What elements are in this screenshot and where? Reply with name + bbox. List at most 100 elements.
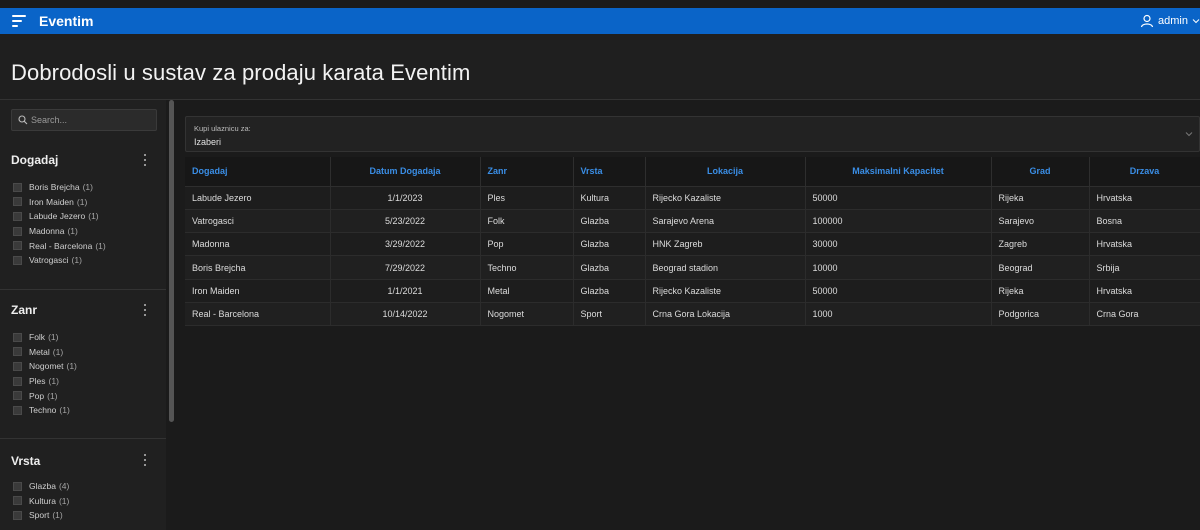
sidebar-scrollbar[interactable] [169,100,174,422]
checkbox[interactable] [13,481,22,491]
table-cell: Nogomet [480,302,574,327]
user-menu[interactable]: admin [1140,14,1200,28]
table-cell: Metal [480,279,574,303]
table-cell: Podgorica [991,302,1090,327]
table-cell: 3/29/2022 [330,232,481,257]
column-header[interactable]: Drzava [1089,157,1200,187]
table-cell: Srbija [1089,255,1200,280]
table-cell: Techno [480,255,574,280]
facet-option-label: Metal [29,346,50,357]
checkbox[interactable] [13,226,22,236]
facet-option-count: (1) [95,240,106,251]
facet-option[interactable]: Vatrogasci (1) [13,253,106,268]
checkbox[interactable] [13,510,22,520]
table-row: Boris Brejcha 7/29/2022 Techno Glazba Be… [185,255,1200,280]
ticket-select[interactable]: Kupi ulaznicu za: Izaberi [185,116,1200,152]
checkbox[interactable] [13,405,22,415]
table-cell: Pop [480,232,574,257]
search-icon [18,115,28,125]
facet-option[interactable]: Madonna (1) [13,224,106,239]
checkbox[interactable] [13,211,22,221]
facet-option-label: Sport [29,510,50,521]
table-cell: 100000 [805,209,992,234]
facet-option[interactable]: Real - Barcelona (1) [13,238,106,253]
checkbox[interactable] [13,182,22,192]
checkbox[interactable] [13,347,22,357]
facet-option-count: (1) [71,255,82,266]
facet-option-label: Madonna [29,226,65,237]
facet-option[interactable]: Metal (1) [13,345,77,360]
checkbox[interactable] [13,496,22,506]
table-cell: 7/29/2022 [330,255,481,280]
table-cell: 10/14/2022 [330,302,481,327]
facet-option[interactable]: Folk (1) [13,330,77,345]
facet-menu-icon[interactable] [141,453,149,467]
facet-option-count: (1) [52,346,64,357]
column-header[interactable]: Zanr [480,157,574,187]
column-header[interactable]: Maksimalni Kapacitet [805,157,992,187]
table-cell: 10000 [805,255,992,280]
facet-option-label: Boris Brejcha [29,182,80,193]
table-cell: Zagreb [991,232,1090,257]
facet-option[interactable]: Nogomet (1) [13,359,77,374]
facet-option-label: Folk [29,332,46,343]
facet-option[interactable]: Iron Maiden (1) [13,195,106,210]
facet-option-count: (1) [88,211,99,222]
facet-option[interactable]: Ples (1) [13,374,77,389]
table-cell: Boris Brejcha [185,255,331,280]
column-header[interactable]: Lokacija [645,157,806,187]
facet-option[interactable]: Labude Jezero (1) [13,209,106,224]
chevron-down-icon [1185,132,1193,137]
column-header[interactable]: Grad [991,157,1090,187]
facet-title: Zanr [11,303,38,317]
facet-option-label: Nogomet [29,361,64,372]
table-cell: 1/1/2021 [330,279,481,303]
column-header[interactable]: Vrsta [573,157,646,187]
table-cell: Rijecko Kazaliste [645,186,806,210]
divider [0,289,166,290]
column-header[interactable]: Datum Dogadaja [330,157,481,187]
facet-option-label: Iron Maiden [29,196,74,207]
facet-option-count: (1) [76,196,88,207]
facet-option[interactable]: Sport (1) [13,508,69,523]
facet-menu-icon[interactable] [141,303,149,317]
user-icon [1140,14,1154,28]
table-cell: Sport [573,302,646,327]
table-cell: Beograd stadion [645,255,806,280]
table-cell: Rijeka [991,186,1090,210]
table-cell: Crna Gora [1089,302,1200,327]
search-field[interactable] [11,109,157,131]
facet-option-count: (1) [47,390,58,401]
facet-option-count: (1) [66,361,77,372]
facet-option[interactable]: Glazba (4) [13,479,69,494]
facet-menu-icon[interactable] [141,153,149,167]
events-table: Dogadaj Datum Dogadaja Zanr Vrsta Lokaci… [185,157,1200,327]
checkbox[interactable] [13,361,22,371]
table-cell: Folk [480,209,574,234]
facet-option[interactable]: Kultura (1) [13,494,69,509]
facet-option[interactable]: Boris Brejcha (1) [13,180,106,195]
facet-option-label: Techno [29,405,57,416]
checkbox[interactable] [13,376,22,386]
facet-option[interactable]: Techno (1) [13,403,77,418]
checkbox[interactable] [13,255,22,265]
table-cell: Glazba [573,209,646,234]
search-input[interactable] [31,115,151,125]
table-row: Madonna 3/29/2022 Pop Glazba HNK Zagreb … [185,232,1200,257]
checkbox[interactable] [13,197,22,207]
faceted-search-sidebar: Dogadaj Boris Brejcha(1) Iron Maiden(1) … [0,100,166,530]
table-cell: HNK Zagreb [645,232,806,257]
app-title[interactable]: Eventim [39,13,93,29]
facet-option-count: (1) [52,510,63,521]
checkbox[interactable] [13,332,22,342]
checkbox[interactable] [13,391,22,401]
table-header-row: Dogadaj Datum Dogadaja Zanr Vrsta Lokaci… [185,157,1200,187]
facet-option[interactable]: Pop (1) [13,388,77,403]
column-header[interactable]: Dogadaj [185,157,331,187]
menu-icon[interactable] [12,15,26,27]
checkbox[interactable] [13,241,22,251]
table-cell: Labude Jezero [185,186,331,210]
table-row: Real - Barcelona 10/14/2022 Nogomet Spor… [185,302,1200,327]
table-cell: Madonna [185,232,331,257]
table-row: Iron Maiden 1/1/2021 Metal Glazba Rijeck… [185,279,1200,303]
